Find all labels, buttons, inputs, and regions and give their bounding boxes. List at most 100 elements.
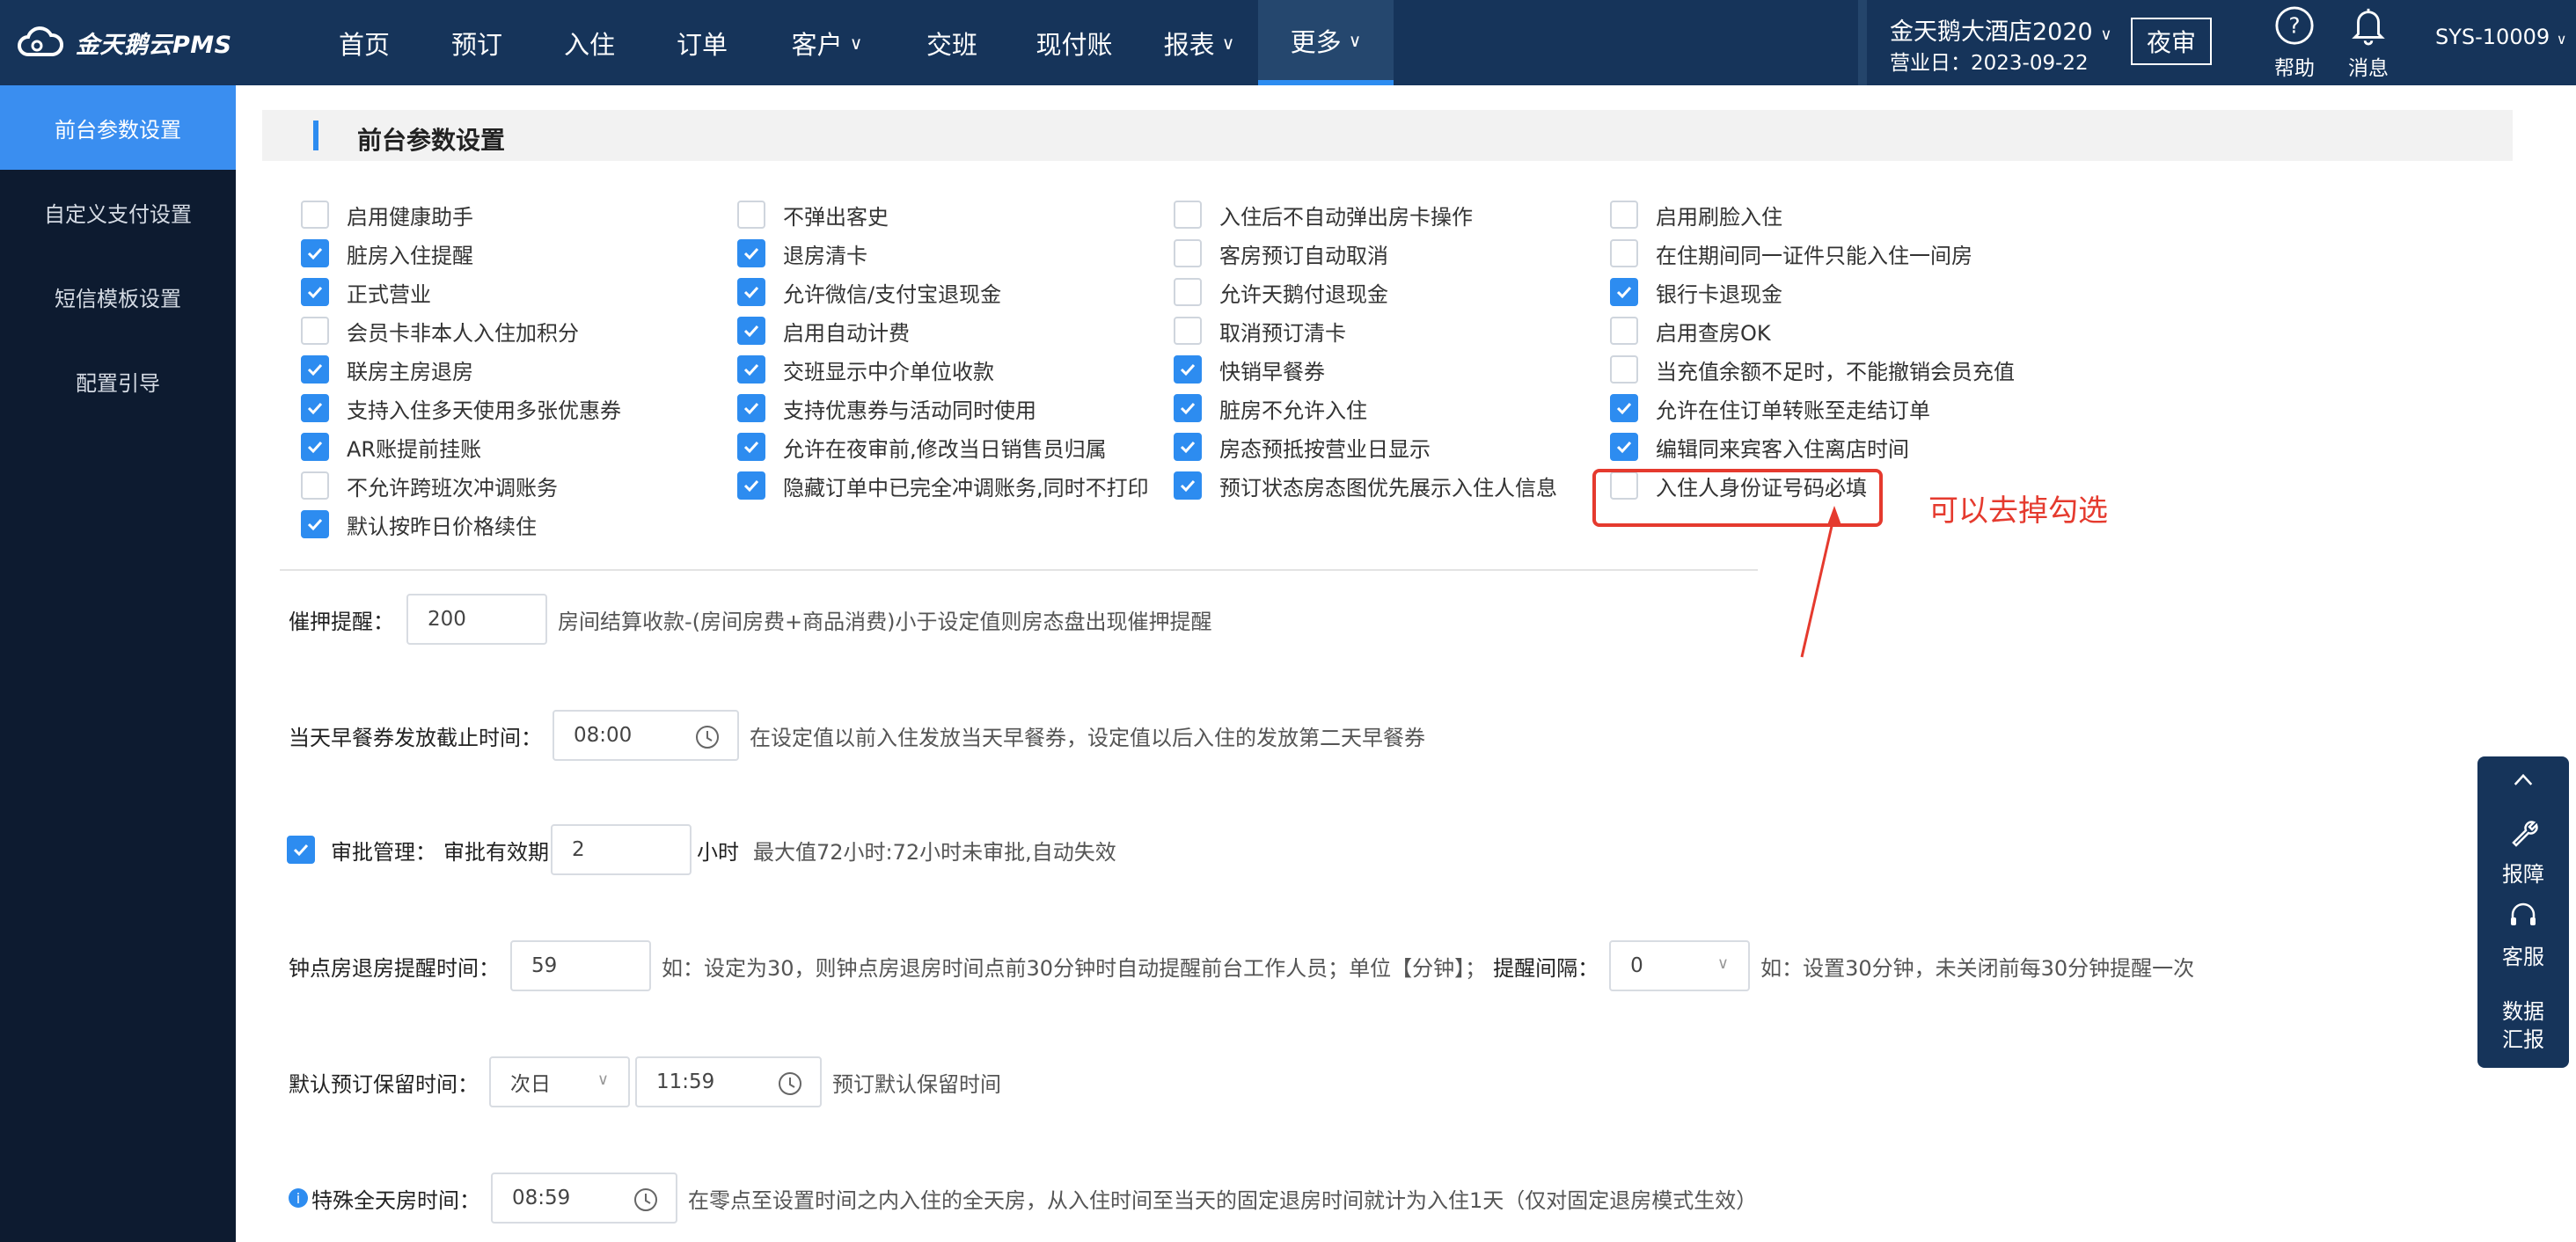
checkbox[interactable] [301,278,329,306]
checkbox[interactable] [1174,278,1202,306]
checkbox[interactable] [1610,394,1638,422]
setting-checkbox-item[interactable]: 银行卡退现金 [1610,277,1782,307]
setting-checkbox-item[interactable]: 正式营业 [301,277,431,307]
setting-checkbox-item[interactable]: 启用自动计费 [737,316,910,346]
setting-checkbox-item[interactable]: 当充值余额不足时，不能撤销会员充值 [1610,354,2015,384]
night-audit-button[interactable]: 夜审 [2131,18,2212,65]
checkbox[interactable] [1610,201,1638,229]
setting-checkbox-item[interactable]: 取消预订清卡 [1174,316,1346,346]
setting-checkbox-item[interactable]: 客房预订自动取消 [1174,238,1388,268]
user-menu[interactable]: SYS-10009 ∨ [2435,25,2567,49]
setting-checkbox-item[interactable]: 快销早餐券 [1174,354,1325,384]
setting-checkbox-item[interactable]: 允许在夜审前,修改当日销售员归属 [737,432,1107,462]
nav-item-0[interactable]: 首页 [308,0,421,85]
reservation-retention-time-input[interactable]: 11:59 [635,1056,822,1107]
checkbox[interactable] [737,278,765,306]
nav-item-4[interactable]: 客户 ∨ [758,0,896,85]
checkbox[interactable] [1174,317,1202,345]
hourly-room-reminder-input[interactable]: 59 [510,940,651,991]
checkbox[interactable] [1174,433,1202,461]
checkbox[interactable] [1174,201,1202,229]
sidebar-item-3[interactable]: 配置引导 [0,339,236,423]
setting-checkbox-item[interactable]: 隐藏订单中已完全冲调账务,同时不打印 [737,471,1149,500]
setting-checkbox-item[interactable]: 预订状态房态图优先展示入住人信息 [1174,471,1557,500]
checkbox[interactable] [737,433,765,461]
checkbox[interactable] [1174,394,1202,422]
nav-item-1[interactable]: 预订 [421,0,533,85]
checkbox[interactable] [301,201,329,229]
scroll-top-button[interactable] [2477,765,2569,800]
reminder-interval-select[interactable]: 0 ∨ [1609,940,1751,991]
sidebar-item-0[interactable]: 前台参数设置 [0,85,236,170]
checkbox[interactable] [1174,471,1202,500]
checkbox[interactable] [1610,239,1638,267]
setting-checkbox-item[interactable]: 编辑同来宾客入住离店时间 [1610,432,1909,462]
setting-checkbox-item[interactable]: 启用查房OK [1610,316,1771,346]
setting-checkbox-item[interactable]: 脏房入住提醒 [301,238,473,268]
setting-checkbox-item[interactable]: 支持入住多天使用多张优惠券 [301,393,621,423]
nav-item-8[interactable]: 更多 ∨ [1258,0,1394,85]
setting-checkbox-item[interactable]: 允许微信/支付宝退现金 [737,277,1001,307]
nav-item-5[interactable]: 交班 [896,0,1008,85]
sidebar-item-1[interactable]: 自定义支付设置 [0,170,236,254]
setting-checkbox-item[interactable]: 交班显示中介单位收款 [737,354,994,384]
setting-checkbox-item[interactable]: 入住后不自动弹出房卡操作 [1174,200,1473,230]
checkbox[interactable] [301,510,329,538]
checkbox[interactable] [1610,278,1638,306]
customer-service-button[interactable]: 客服 [2477,899,2569,970]
checkbox[interactable] [1610,317,1638,345]
checkbox[interactable] [1174,239,1202,267]
setting-checkbox-item[interactable]: 脏房不允许入住 [1174,393,1367,423]
report-fault-button[interactable]: 报障 [2477,816,2569,888]
setting-checkbox-item[interactable]: AR账提前挂账 [301,432,481,462]
setting-checkbox-item[interactable]: 允许在住订单转账至走结订单 [1610,393,1930,423]
checkbox[interactable] [737,239,765,267]
setting-checkbox-item[interactable]: 在住期间同一证件只能入住一间房 [1610,238,1972,268]
checkbox[interactable] [301,433,329,461]
setting-checkbox-item[interactable]: 启用刷脸入住 [1610,200,1782,230]
setting-checkbox-item[interactable]: 联房主房退房 [301,354,473,384]
deposit-reminder-input[interactable]: 200 [406,594,547,645]
help-button[interactable]: ? 帮助 [2259,5,2330,81]
checkbox[interactable] [737,394,765,422]
checkbox[interactable] [737,317,765,345]
checkbox[interactable] [1174,355,1202,384]
setting-checkbox-item[interactable]: 不弹出客史 [737,200,889,230]
nav-item-6[interactable]: 现付账 [1008,0,1140,85]
sidebar-item-2[interactable]: 短信模板设置 [0,254,236,339]
approval-validity-input[interactable]: 2 [551,824,692,875]
nav-item-3[interactable]: 订单 [646,0,758,85]
special-fullday-time-input[interactable]: 08:59 [491,1173,677,1224]
approval-checkbox[interactable] [287,836,315,864]
setting-checkbox-item[interactable]: 支持优惠券与活动同时使用 [737,393,1036,423]
setting-checkbox-item[interactable]: 退房清卡 [737,238,867,268]
setting-checkbox-item[interactable]: 不允许跨班次冲调账务 [301,471,558,500]
checkbox[interactable] [737,355,765,384]
checkbox[interactable] [301,471,329,500]
setting-checkbox-item[interactable]: 会员卡非本人入住加积分 [301,316,579,346]
nav-item-2[interactable]: 入住 [533,0,646,85]
breakfast-cutoff-time-input[interactable]: 08:00 [553,710,739,761]
checkbox[interactable] [301,239,329,267]
checkbox[interactable] [1610,355,1638,384]
checkbox[interactable] [737,201,765,229]
setting-checkbox-item[interactable]: 允许天鹅付退现金 [1174,277,1388,307]
checkbox[interactable] [737,471,765,500]
hotel-selector[interactable]: 金天鹅大酒店2020 ∨ 营业日：2023-09-22 [1858,0,2112,85]
setting-checkbox-item[interactable]: 房态预抵按营业日显示 [1174,432,1431,462]
checkbox[interactable] [1610,433,1638,461]
checkbox[interactable] [301,317,329,345]
nav-item-label: 交班 [926,29,977,60]
logo[interactable]: 金天鹅云PMS [16,23,232,62]
checkbox[interactable] [301,394,329,422]
setting-checkbox-item[interactable]: 默认按昨日价格续住 [301,509,537,539]
nav-item-7[interactable]: 报表 ∨ [1140,0,1258,85]
checkbox[interactable] [301,355,329,384]
reservation-retention-day-select[interactable]: 次日 ∨ [489,1056,630,1107]
svg-text:?: ? [2288,13,2300,39]
messages-button[interactable]: 消息 [2333,5,2404,81]
hotel-name[interactable]: 金天鹅大酒店2020 ∨ [1890,12,2112,47]
chevron-down-icon: ∨ [1716,954,1730,973]
data-report-button[interactable]: 数据汇报 [2477,997,2569,1054]
setting-checkbox-item[interactable]: 启用健康助手 [301,200,473,230]
